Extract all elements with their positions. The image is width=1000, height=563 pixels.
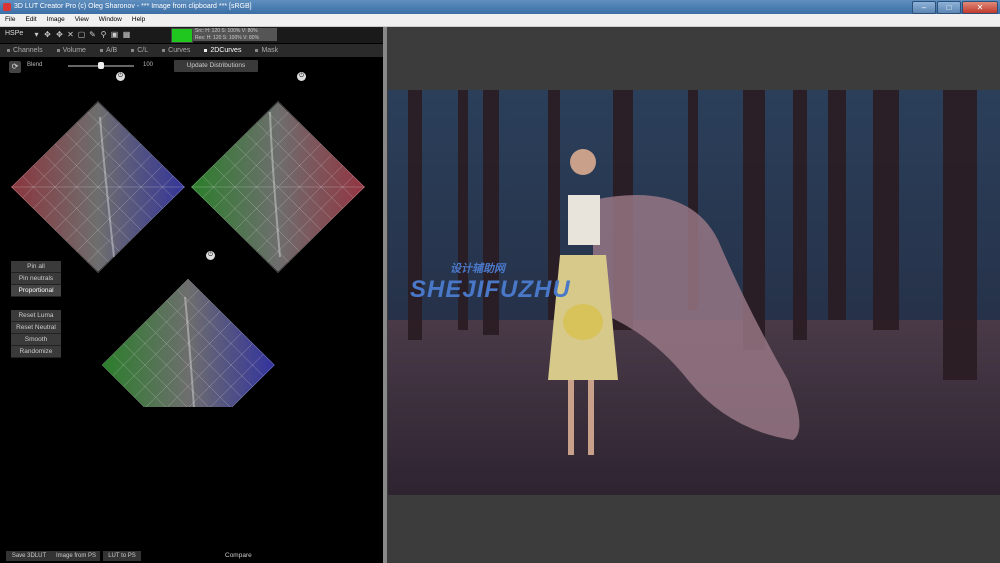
move-all-icon[interactable]: ✥ xyxy=(55,30,64,39)
reset-neutral-button[interactable]: Reset Neutral xyxy=(11,322,61,334)
pen-icon[interactable]: ✎ xyxy=(88,30,97,39)
menu-window[interactable]: Window xyxy=(94,14,127,26)
compare-button[interactable]: Compare xyxy=(225,552,252,559)
maximize-button[interactable]: □ xyxy=(937,1,961,14)
watermark-cn: 设计辅助网 xyxy=(450,263,505,275)
menu-edit[interactable]: Edit xyxy=(20,14,41,26)
grid-icon[interactable]: ▦ xyxy=(122,30,131,39)
color-model-select[interactable]: HSPe xyxy=(5,30,23,37)
color-readout: Src: H: 120 S: 100% V: 80% Res: H: 120 S… xyxy=(193,28,277,41)
tab-curves[interactable]: Curves xyxy=(155,44,197,57)
menu-image[interactable]: Image xyxy=(42,14,70,26)
dropdown-arrow-icon[interactable]: ▾ xyxy=(32,30,41,39)
title-bar: 3D LUT Creator Pro (c) Oleg Sharonov - *… xyxy=(0,0,1000,14)
tab-ab[interactable]: A/B xyxy=(93,44,124,57)
tab-volume[interactable]: Volume xyxy=(50,44,93,57)
watermark: 设计辅助网 SHEJIFUZHU xyxy=(410,260,571,304)
color-swatch xyxy=(171,28,193,43)
pin-neutrals-button[interactable]: Pin neutrals xyxy=(11,273,61,285)
toolbar: HSPe ▾ ✥ ✥ ✕ ▢ ✎ ⚲ ▣ ▦ Src: H: 120 S: 10… xyxy=(0,27,383,43)
menu-bar: File Edit Image View Window Help xyxy=(0,14,1000,27)
tab-bar: Channels Volume A/B C/L Curves 2DCurves … xyxy=(0,44,383,57)
image-from-ps-button[interactable]: Image from PS xyxy=(52,551,100,561)
tab-mask[interactable]: Mask xyxy=(248,44,285,57)
tab-cl[interactable]: C/L xyxy=(124,44,155,57)
save-3dlut-button[interactable]: Save 3DLUT xyxy=(6,551,52,561)
watermark-en: SHEJIFUZHU xyxy=(410,276,571,303)
pin-all-button[interactable]: Pin all xyxy=(11,261,61,273)
menu-help[interactable]: Help xyxy=(127,14,150,26)
app-icon xyxy=(3,3,11,11)
move-icon[interactable]: ✥ xyxy=(43,30,52,39)
lut-to-ps-button[interactable]: LUT to PS xyxy=(103,551,141,561)
minimize-button[interactable]: – xyxy=(912,1,936,14)
smooth-button[interactable]: Smooth xyxy=(11,334,61,346)
readout-res: Res: H: 120 S: 100% V: 80% xyxy=(195,34,260,41)
reset-luma-button[interactable]: Reset Luma xyxy=(11,310,61,322)
tab-channels[interactable]: Channels xyxy=(0,44,50,57)
image-icon[interactable]: ▣ xyxy=(110,30,119,39)
app-window: 3D LUT Creator Pro (c) Oleg Sharonov - *… xyxy=(0,0,1000,563)
randomize-button[interactable]: Randomize xyxy=(11,346,61,358)
window-title: 3D LUT Creator Pro (c) Oleg Sharonov - *… xyxy=(14,3,252,10)
left-panel: HSPe ▾ ✥ ✥ ✕ ▢ ✎ ⚲ ▣ ▦ Src: H: 120 S: 10… xyxy=(0,27,383,563)
scale-icon[interactable]: ✕ xyxy=(66,30,75,39)
menu-file[interactable]: File xyxy=(0,14,20,26)
menu-view[interactable]: View xyxy=(70,14,94,26)
tab-2dcurves[interactable]: 2DCurves xyxy=(197,44,248,57)
proportional-button[interactable]: Proportional xyxy=(11,285,61,297)
select-rect-icon[interactable]: ▢ xyxy=(77,30,86,39)
close-button[interactable]: ✕ xyxy=(962,1,998,14)
zoom-icon[interactable]: ⚲ xyxy=(99,30,108,39)
